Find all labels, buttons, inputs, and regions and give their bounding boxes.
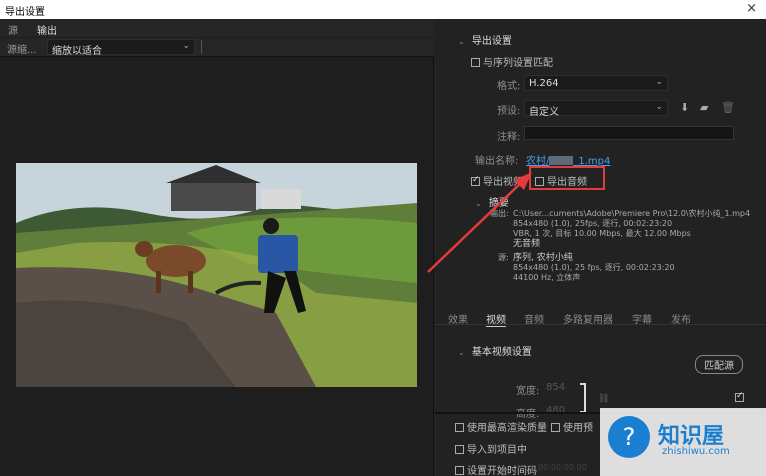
chevron-down-icon: ⌄ bbox=[458, 348, 465, 357]
basic-video-header[interactable]: ⌄ 基本视频设置 bbox=[458, 343, 532, 358]
tab-effects[interactable]: 效果 bbox=[448, 311, 468, 326]
tab-multiplexer[interactable]: 多路复用器 bbox=[563, 311, 613, 326]
save-preset-icon[interactable]: ⬇ bbox=[680, 101, 689, 114]
use-preview-label: 使用预 bbox=[563, 423, 593, 434]
summary-output-line: VBR, 1 次, 目标 10.00 Mbps, 最大 12.00 Mbps bbox=[513, 229, 691, 238]
preset-label: 预设: bbox=[497, 106, 521, 117]
watermark-logo-icon: ? bbox=[608, 416, 650, 458]
window-title: 导出设置 bbox=[5, 7, 45, 18]
source-scaling-row: 源缩... 缩放以适合 ⌄ bbox=[0, 38, 434, 57]
settings-tabs: 效果 视频 音频 多路复用器 字幕 发布 bbox=[435, 305, 766, 327]
export-settings-header[interactable]: ⌄ 导出设置 bbox=[458, 32, 512, 47]
format-value: H.264 bbox=[529, 78, 559, 89]
start-timecode-value[interactable]: 00:00:00:00 bbox=[538, 463, 587, 472]
summary-output-text: C:\User...cuments\Adobe\Premiere Pro\12.… bbox=[513, 209, 750, 249]
export-settings-window: 导出设置 × 源 输出 源缩... 缩放以适合 ⌄ ⌄ 导出设置 与序列设置匹配… bbox=[0, 0, 766, 476]
export-settings-title: 导出设置 bbox=[471, 36, 512, 47]
summary-output-line: C:\User...cuments\Adobe\Premiere Pro\12.… bbox=[513, 209, 751, 218]
notes-field[interactable] bbox=[524, 126, 734, 140]
chevron-down-icon: ⌄ bbox=[655, 77, 663, 87]
preset-select[interactable]: 自定义 ⌄ bbox=[524, 100, 668, 118]
tab-captions[interactable]: 字幕 bbox=[632, 311, 652, 326]
source-scaling-select[interactable]: 缩放以适合 ⌄ bbox=[47, 39, 195, 57]
max-render-checkbox[interactable]: 使用最高渲染质量 bbox=[455, 419, 547, 434]
checkbox-icon bbox=[455, 423, 464, 432]
annotation-arrow bbox=[427, 172, 532, 273]
title-bar: 导出设置 × bbox=[0, 0, 766, 19]
blurred-region bbox=[549, 156, 574, 165]
tab-video[interactable]: 视频 bbox=[486, 311, 506, 327]
checkbox-icon bbox=[455, 445, 464, 454]
preview-panel: 源 输出 源缩... 缩放以适合 ⌄ bbox=[0, 19, 434, 476]
notes-label: 注释: bbox=[497, 132, 521, 143]
import-project-checkbox[interactable]: 导入到项目中 bbox=[455, 441, 527, 456]
checkbox-icon bbox=[551, 423, 560, 432]
format-label: 格式: bbox=[497, 81, 521, 92]
highlight-box bbox=[529, 166, 605, 190]
aspect-bracket bbox=[580, 383, 586, 413]
match-sequence-label: 与序列设置匹配 bbox=[483, 58, 553, 69]
summary-output-line: 无音频 bbox=[513, 239, 541, 249]
delete-preset-icon[interactable]: 🗑 bbox=[721, 101, 735, 114]
divider bbox=[201, 40, 202, 54]
import-project-label: 导入到项目中 bbox=[467, 445, 527, 456]
output-name-label: 输出名称: bbox=[475, 156, 519, 167]
height-value[interactable]: 480 bbox=[546, 405, 565, 416]
scale-checkbox[interactable] bbox=[735, 391, 747, 404]
preset-value: 自定义 bbox=[529, 107, 559, 118]
video-preview-frame bbox=[16, 163, 417, 387]
chevron-down-icon: ⌄ bbox=[182, 41, 190, 51]
use-preview-checkbox[interactable]: 使用预 bbox=[551, 419, 593, 434]
import-preset-icon[interactable]: ▰ bbox=[700, 101, 708, 114]
output-name-link[interactable]: 农村/_1.mp4 bbox=[526, 152, 610, 167]
match-sequence-checkbox[interactable]: 与序列设置匹配 bbox=[471, 54, 553, 69]
width-value[interactable]: 854 bbox=[546, 382, 565, 393]
watermark: ? 知识屋 zhishiwu.com bbox=[600, 408, 766, 476]
tab-publish[interactable]: 发布 bbox=[671, 311, 691, 326]
source-scaling-value: 缩放以适合 bbox=[52, 46, 102, 57]
tab-output[interactable]: 输出 bbox=[37, 22, 57, 39]
start-timecode-checkbox[interactable]: 设置开始时间码 bbox=[455, 462, 537, 476]
match-source-button[interactable]: 匹配源 bbox=[695, 355, 743, 374]
video-frame-image bbox=[16, 163, 417, 387]
watermark-url: zhishiwu.com bbox=[662, 446, 730, 457]
format-select[interactable]: H.264 ⌄ bbox=[524, 75, 668, 91]
start-timecode-label: 设置开始时间码 bbox=[467, 466, 537, 476]
basic-video-title: 基本视频设置 bbox=[471, 347, 532, 358]
summary-output-line: 854x480 (1.0), 25fps, 逐行, 00:02:23:20 bbox=[513, 219, 673, 228]
tab-source[interactable]: 源 bbox=[8, 22, 18, 37]
checkbox-icon bbox=[471, 58, 480, 67]
preview-tabs: 源 输出 bbox=[0, 19, 434, 39]
chain-link-icon[interactable]: ⛓ bbox=[598, 394, 609, 404]
checkbox-icon bbox=[455, 466, 464, 475]
max-render-label: 使用最高渲染质量 bbox=[467, 423, 547, 434]
tab-audio[interactable]: 音频 bbox=[524, 311, 544, 326]
width-label: 宽度: bbox=[516, 386, 540, 397]
close-button[interactable]: × bbox=[746, 1, 757, 16]
chevron-down-icon: ⌄ bbox=[655, 102, 663, 112]
chevron-down-icon: ⌄ bbox=[458, 37, 465, 46]
source-scaling-label: 源缩... bbox=[7, 45, 37, 56]
checked-checkbox-icon bbox=[735, 391, 744, 402]
